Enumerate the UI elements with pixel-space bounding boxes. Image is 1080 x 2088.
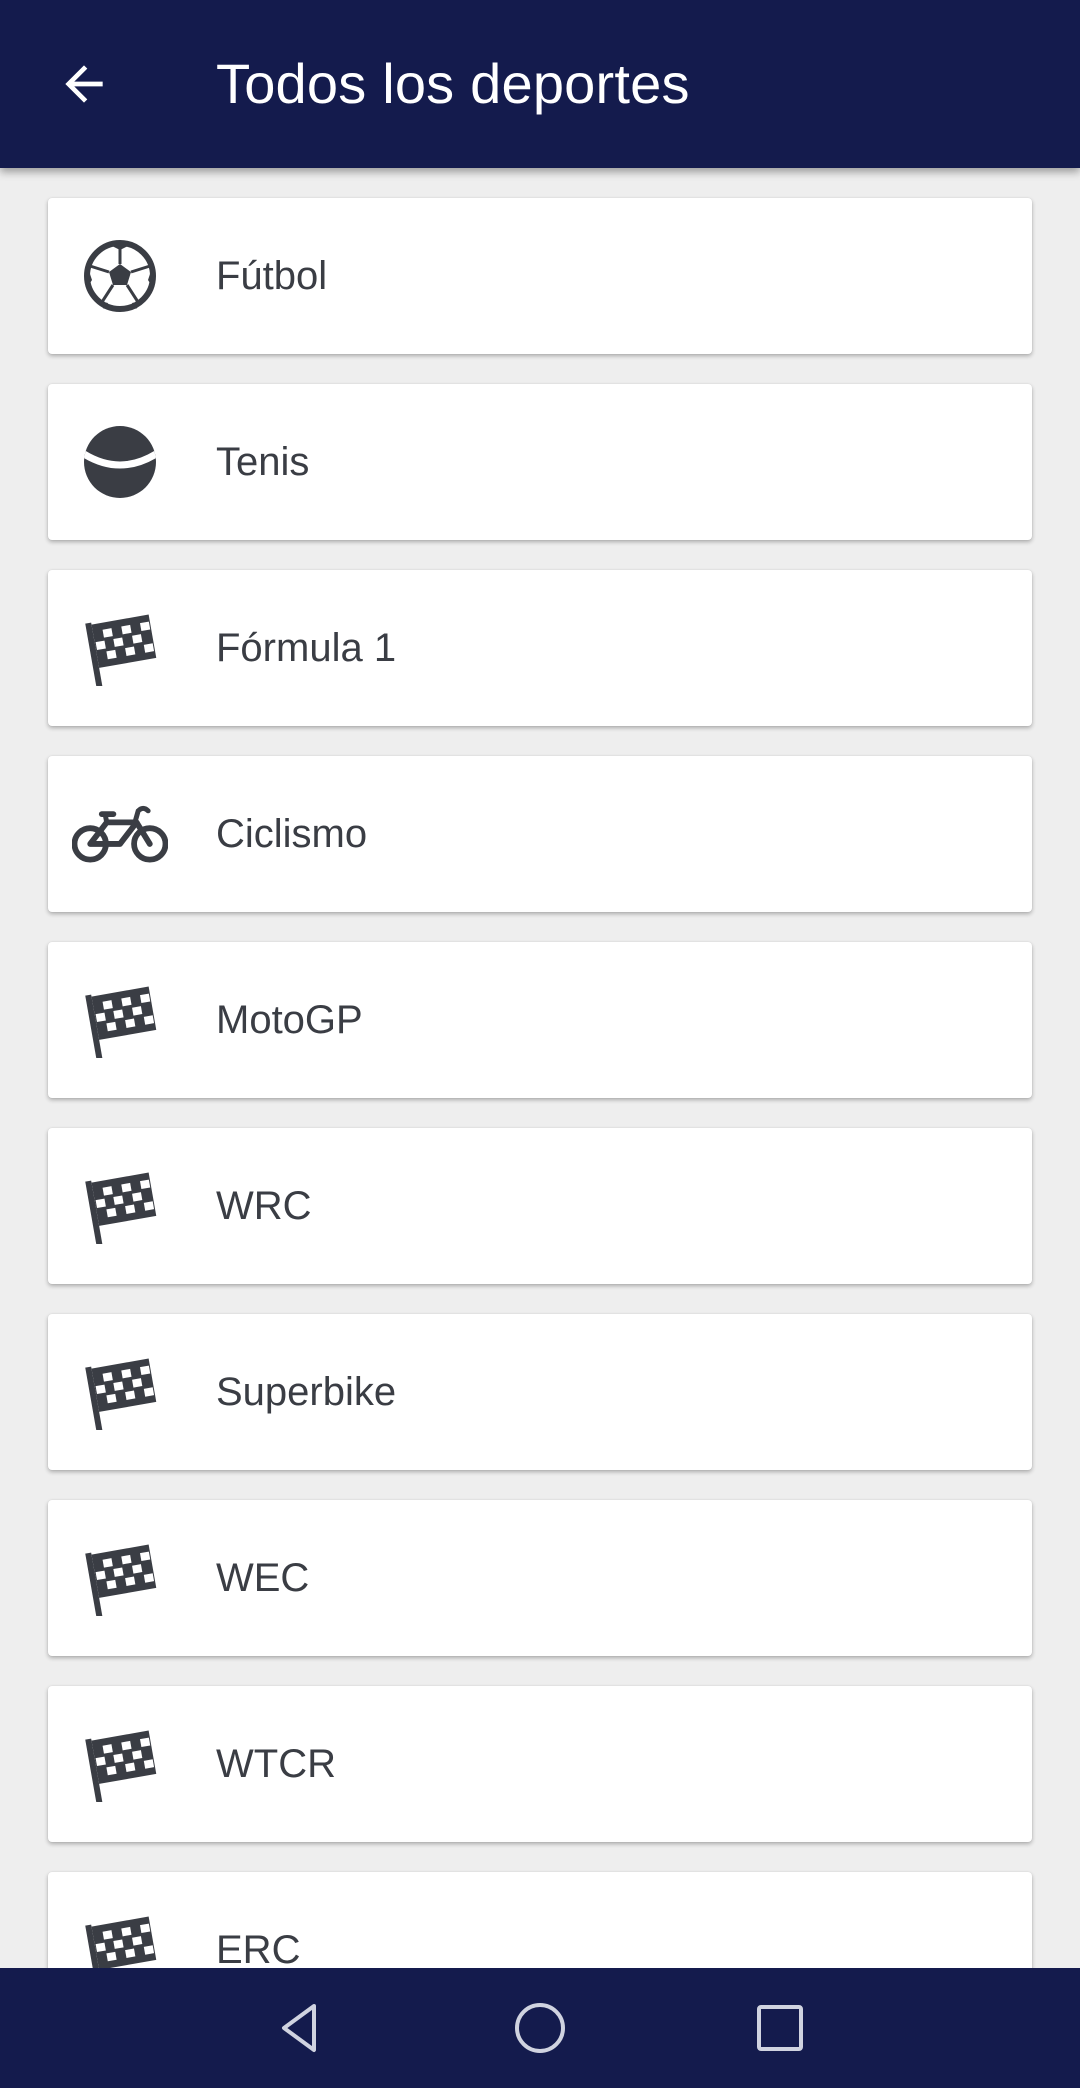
list-item-ciclismo[interactable]: Ciclismo [48, 756, 1032, 912]
list-item-label: MotoGP [216, 998, 363, 1042]
checkered-flag-icon [72, 1902, 168, 1968]
nav-home-button[interactable] [492, 1980, 588, 2076]
page-title: Todos los deportes [216, 52, 690, 115]
soccer-ball-icon [72, 228, 168, 324]
nav-home-icon [515, 2003, 565, 2053]
checkered-flag-icon [72, 600, 168, 696]
list-item-label: Tenis [216, 440, 310, 484]
list-item-label: Fútbol [216, 254, 328, 298]
checkered-flag-icon [72, 1344, 168, 1440]
list-item-wrc[interactable]: WRC [48, 1128, 1032, 1284]
list-item-label: WRC [216, 1184, 312, 1228]
nav-recents-button[interactable] [732, 1980, 828, 2076]
list-item-formula-1[interactable]: Fórmula 1 [48, 570, 1032, 726]
nav-back-icon [282, 2004, 316, 2052]
list-item-label: Superbike [216, 1370, 397, 1414]
list-item-label: WEC [216, 1556, 310, 1600]
arrow-back-icon [65, 65, 103, 103]
tennis-ball-icon [72, 414, 168, 510]
list-item-motogp[interactable]: MotoGP [48, 942, 1032, 1098]
bicycle-icon [72, 786, 168, 882]
checkered-flag-icon [72, 1716, 168, 1812]
list-item-futbol[interactable]: Fútbol [48, 198, 1032, 354]
sports-list: Fútbol Tenis Fórmula 1 Ciclismo MotoGP W… [0, 168, 1080, 1968]
nav-recents-icon [757, 2005, 803, 2051]
app-bar: Todos los deportes [0, 0, 1080, 168]
list-item-wec[interactable]: WEC [48, 1500, 1032, 1656]
nav-back-button[interactable] [252, 1980, 348, 2076]
list-item-erc[interactable]: ERC [48, 1872, 1032, 1968]
list-item-label: ERC [216, 1928, 301, 1968]
checkered-flag-icon [72, 1530, 168, 1626]
list-item-label: Ciclismo [216, 812, 368, 856]
list-item-label: Fórmula 1 [216, 626, 397, 670]
list-item-tenis[interactable]: Tenis [48, 384, 1032, 540]
back-button[interactable] [40, 40, 128, 128]
list-item-superbike[interactable]: Superbike [48, 1314, 1032, 1470]
checkered-flag-icon [72, 1158, 168, 1254]
system-nav-bar [0, 1968, 1080, 2088]
list-item-wtcr[interactable]: WTCR [48, 1686, 1032, 1842]
list-item-label: WTCR [216, 1742, 336, 1786]
checkered-flag-icon [72, 972, 168, 1068]
